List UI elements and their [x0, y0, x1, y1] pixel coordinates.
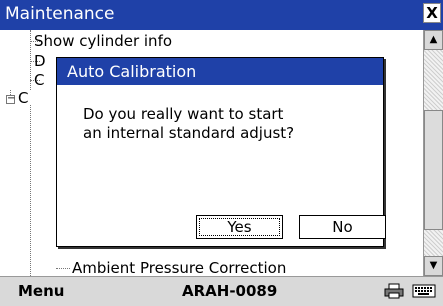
scroll-thumb[interactable] [424, 110, 443, 230]
collapse-icon[interactable]: − [6, 94, 15, 104]
tree-item-show-cylinder-info[interactable]: Show cylinder info [34, 32, 172, 50]
tree-item-ambient-pressure-correction[interactable]: Ambient Pressure Correction [72, 259, 286, 276]
printer-icon[interactable] [384, 283, 404, 303]
dialog-title: Auto Calibration [67, 62, 197, 81]
tree-connector [56, 268, 70, 269]
no-button[interactable]: No [299, 215, 386, 239]
dialog-message: Do you really want to start an internal … [83, 105, 294, 143]
title-bar: Maintenance X [0, 0, 443, 30]
auto-calibration-dialog: Auto Calibration Do you really want to s… [56, 57, 386, 247]
dialog-message-line2: an internal standard adjust? [83, 124, 295, 142]
bottom-bar: Menu ARAH-0089 [0, 276, 443, 306]
dialog-title-bar: Auto Calibration [57, 58, 383, 85]
yes-button[interactable]: Yes [196, 215, 283, 239]
tree-connector [30, 105, 31, 276]
tree-item[interactable]: C [34, 71, 44, 89]
keyboard-icon[interactable] [412, 283, 436, 303]
window-title: Maintenance [5, 4, 115, 24]
tree-item[interactable]: D [34, 52, 46, 70]
device-label: ARAH-0089 [182, 282, 278, 300]
scroll-down-icon[interactable]: ▼ [424, 256, 443, 276]
vertical-scrollbar[interactable]: ▲ ▼ [423, 30, 443, 276]
scroll-up-icon[interactable]: ▲ [424, 30, 443, 50]
menu-button[interactable]: Menu [18, 282, 64, 300]
close-button[interactable]: X [423, 3, 441, 23]
dialog-message-line1: Do you really want to start [83, 105, 284, 123]
tree-connector [30, 30, 31, 90]
tree-item[interactable]: C [18, 89, 28, 107]
